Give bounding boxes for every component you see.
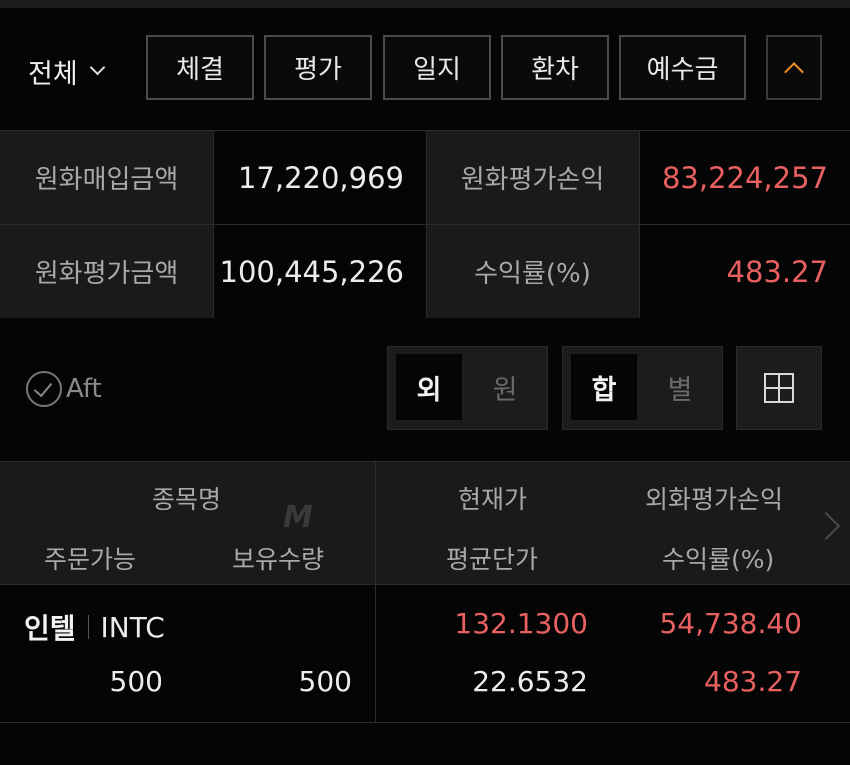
avg-price: 22.6532 xyxy=(472,665,588,698)
holding-qty: 500 xyxy=(298,665,352,698)
grid-view-button[interactable] xyxy=(736,346,822,430)
divider xyxy=(426,131,427,319)
controls-row: Aft 외 원 합 별 xyxy=(0,318,850,461)
sum-combined-option[interactable]: 합 xyxy=(571,354,637,420)
tab-execution-button[interactable]: 체결 xyxy=(146,35,254,100)
divider xyxy=(375,462,376,586)
divider xyxy=(375,585,376,723)
tab-evaluation-button[interactable]: 평가 xyxy=(264,35,372,100)
krw-purchase-value: 17,220,969 xyxy=(213,131,426,224)
toolbar: 전체 체결 평가 일지 환차 예수금 xyxy=(0,8,850,130)
krw-eval-pl-value: 83,224,257 xyxy=(639,131,850,224)
header-stock-name: 종목명 xyxy=(152,485,222,514)
krw-eval-amount-label: 원화평가금액 xyxy=(0,225,213,318)
chevron-right-icon[interactable] xyxy=(814,506,842,546)
tab-journal-button[interactable]: 일지 xyxy=(383,35,491,100)
row-return-rate: 483.27 xyxy=(704,665,802,698)
header-fx-eval-pl: 외화평가손익 xyxy=(645,485,784,514)
collapse-button[interactable] xyxy=(766,35,822,100)
scope-label: 전체 xyxy=(28,59,78,90)
divider xyxy=(639,131,640,319)
sum-toggle: 합 별 xyxy=(562,346,723,430)
stock-name-cell: 인텔 INTC xyxy=(24,607,165,647)
return-rate-label: 수익률(%) xyxy=(426,225,639,318)
divider xyxy=(0,224,850,225)
tab-deposit-button[interactable]: 예수금 xyxy=(619,35,746,100)
sum-separate-option[interactable]: 별 xyxy=(647,354,713,420)
table-row[interactable]: 인텔 INTC 132.1300 54,738.40 500 500 22.65… xyxy=(0,585,850,723)
header-orderable: 주문가능 xyxy=(44,545,137,574)
stock-name: 인텔 xyxy=(24,612,76,645)
stock-ticker: INTC xyxy=(100,610,165,644)
top-strip xyxy=(0,0,850,8)
aft-checkbox[interactable]: Aft xyxy=(26,371,102,407)
divider xyxy=(213,131,214,319)
aft-label: Aft xyxy=(66,374,102,404)
krw-eval-amount-value: 100,445,226 xyxy=(213,225,426,318)
return-rate-value: 483.27 xyxy=(639,225,850,318)
fx-eval-pl: 54,738.40 xyxy=(659,607,802,640)
header-avg-price: 평균단가 xyxy=(446,545,539,574)
scope-dropdown[interactable]: 전체 xyxy=(28,52,104,91)
grid-icon xyxy=(764,373,794,403)
chevron-up-icon xyxy=(784,61,804,82)
summary-grid: 원화매입금액 17,220,969 원화평가손익 83,224,257 원화평가… xyxy=(0,130,850,319)
chevron-down-icon xyxy=(92,62,104,74)
table-header: 종목명 현재가 외화평가손익 주문가능 보유수량 평균단가 수익률(%) M xyxy=(0,461,850,586)
current-price: 132.1300 xyxy=(454,607,588,640)
watermark-logo: M xyxy=(283,500,313,535)
divider xyxy=(87,615,89,639)
tab-fx-button[interactable]: 환차 xyxy=(501,35,609,100)
krw-purchase-label: 원화매입금액 xyxy=(0,131,213,224)
currency-krw-option[interactable]: 원 xyxy=(472,354,538,420)
header-holding-qty: 보유수량 xyxy=(232,545,325,574)
currency-toggle: 외 원 xyxy=(387,346,548,430)
currency-foreign-option[interactable]: 외 xyxy=(396,354,462,420)
krw-eval-pl-label: 원화평가손익 xyxy=(426,131,639,224)
header-return-rate: 수익률(%) xyxy=(662,545,775,574)
orderable-qty: 500 xyxy=(109,665,163,698)
header-current-price: 현재가 xyxy=(458,485,528,514)
check-circle-icon xyxy=(26,371,62,407)
